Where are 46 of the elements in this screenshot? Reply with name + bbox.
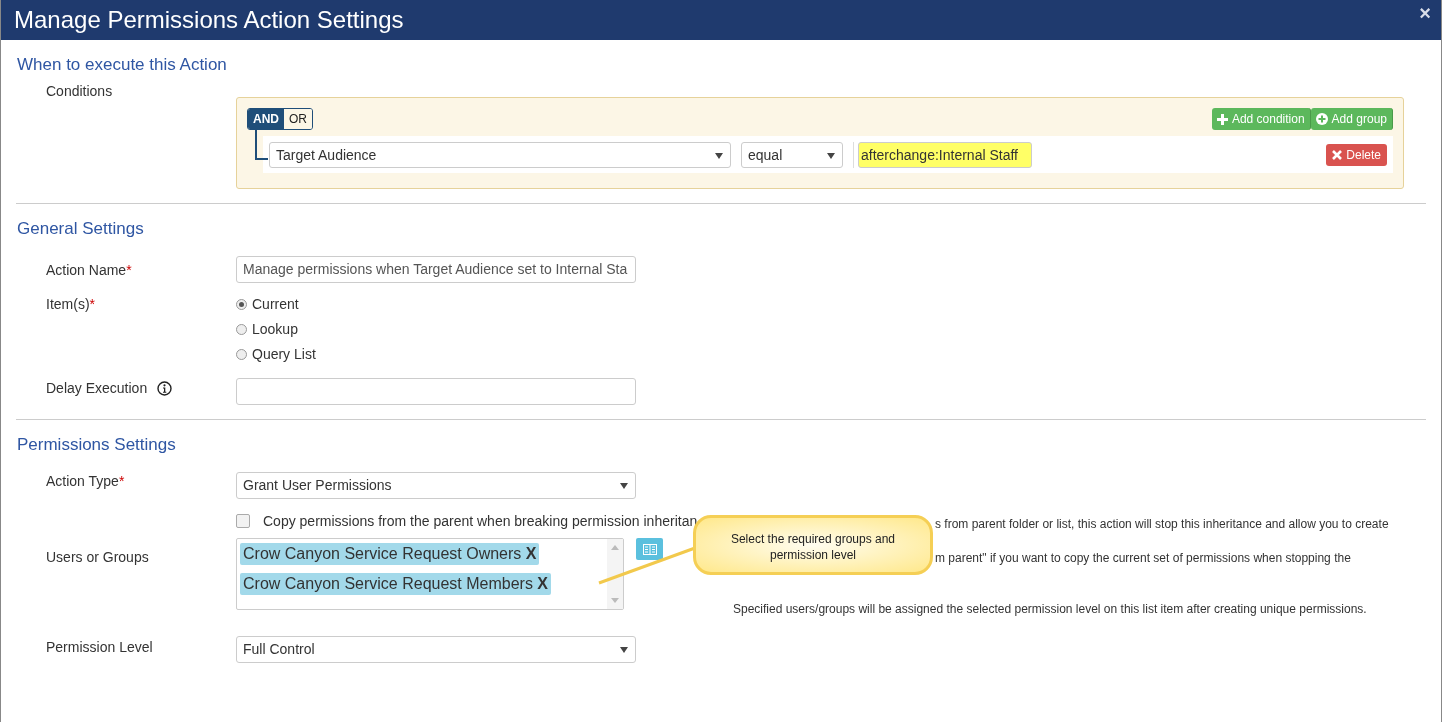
field-label: Users or Groups — [45, 548, 150, 565]
value-field[interactable]: afterchange:Internal Staff — [858, 141, 1032, 168]
help-text: s from parent folder or list, this action will stop this inheritance and allow you to create — [935, 517, 1389, 531]
section-heading: Permissions Settings — [17, 435, 177, 456]
radio-label: Lookup — [252, 321, 298, 337]
close-icon — [1332, 149, 1343, 160]
window-title: Manage Permissions Action Settings — [14, 6, 404, 34]
section-heading: General Settings — [17, 219, 145, 240]
user-tag[interactable]: Crow Canyon Service Request Owners X — [240, 543, 540, 565]
caret-icon — [620, 647, 628, 653]
permission-level-select[interactable]: Full Control — [236, 636, 636, 663]
field-label: Item(s)* — [45, 296, 96, 312]
columns-icon — [642, 543, 657, 555]
field-label: Conditions — [45, 82, 114, 99]
field-select[interactable]: Target Audience — [269, 141, 731, 168]
help-text: m parent" if you want to copy the current set of permissions when stopping the — [935, 551, 1351, 565]
field-label: Action Name* — [45, 261, 133, 278]
radio-button[interactable] — [236, 298, 247, 310]
radio-button[interactable] — [236, 323, 247, 335]
radio-label: Current — [252, 296, 299, 312]
field-label: Permission Level — [45, 638, 154, 655]
operator-select[interactable]: equal — [741, 141, 843, 168]
caret-icon — [620, 483, 628, 489]
field-label: Action Type* — [45, 472, 126, 489]
close-button[interactable]: × — [1419, 3, 1431, 23]
users-picker[interactable]: Crow Canyon Service Request Owners X Crow Canyon Service Request Members X — [236, 538, 624, 610]
section-heading: When to execute this Action — [17, 55, 228, 76]
info-icon[interactable] — [157, 380, 173, 396]
scrollbar[interactable] — [607, 539, 623, 609]
plus-icon — [1216, 113, 1228, 125]
action-name-field[interactable]: Manage permissions when Target Audience set to Internal Sta — [236, 256, 636, 283]
caret-icon — [827, 152, 835, 159]
logic-toggle[interactable]: AND — [248, 109, 284, 129]
field-label: Delay Execution — [46, 380, 148, 396]
user-tag[interactable]: Crow Canyon Service Request Members X — [240, 573, 551, 595]
action-type-select[interactable]: Grant User Permissions — [236, 472, 636, 499]
browse-button[interactable] — [636, 538, 663, 560]
help-text: Specified users/groups will be assigned the selected permission level on this list item after creating unique permissions. — [733, 602, 1367, 616]
delete-button[interactable]: Delete — [1326, 143, 1387, 166]
checkbox[interactable] — [236, 514, 250, 528]
caret-icon — [715, 152, 723, 159]
plus-circle-icon — [1315, 113, 1328, 125]
delay-field[interactable] — [236, 378, 636, 405]
radio-label: Query List — [252, 346, 316, 362]
radio-button[interactable] — [236, 348, 247, 360]
checkbox-label: Copy permissions from the parent when breaking permission inheritan — [263, 513, 698, 529]
